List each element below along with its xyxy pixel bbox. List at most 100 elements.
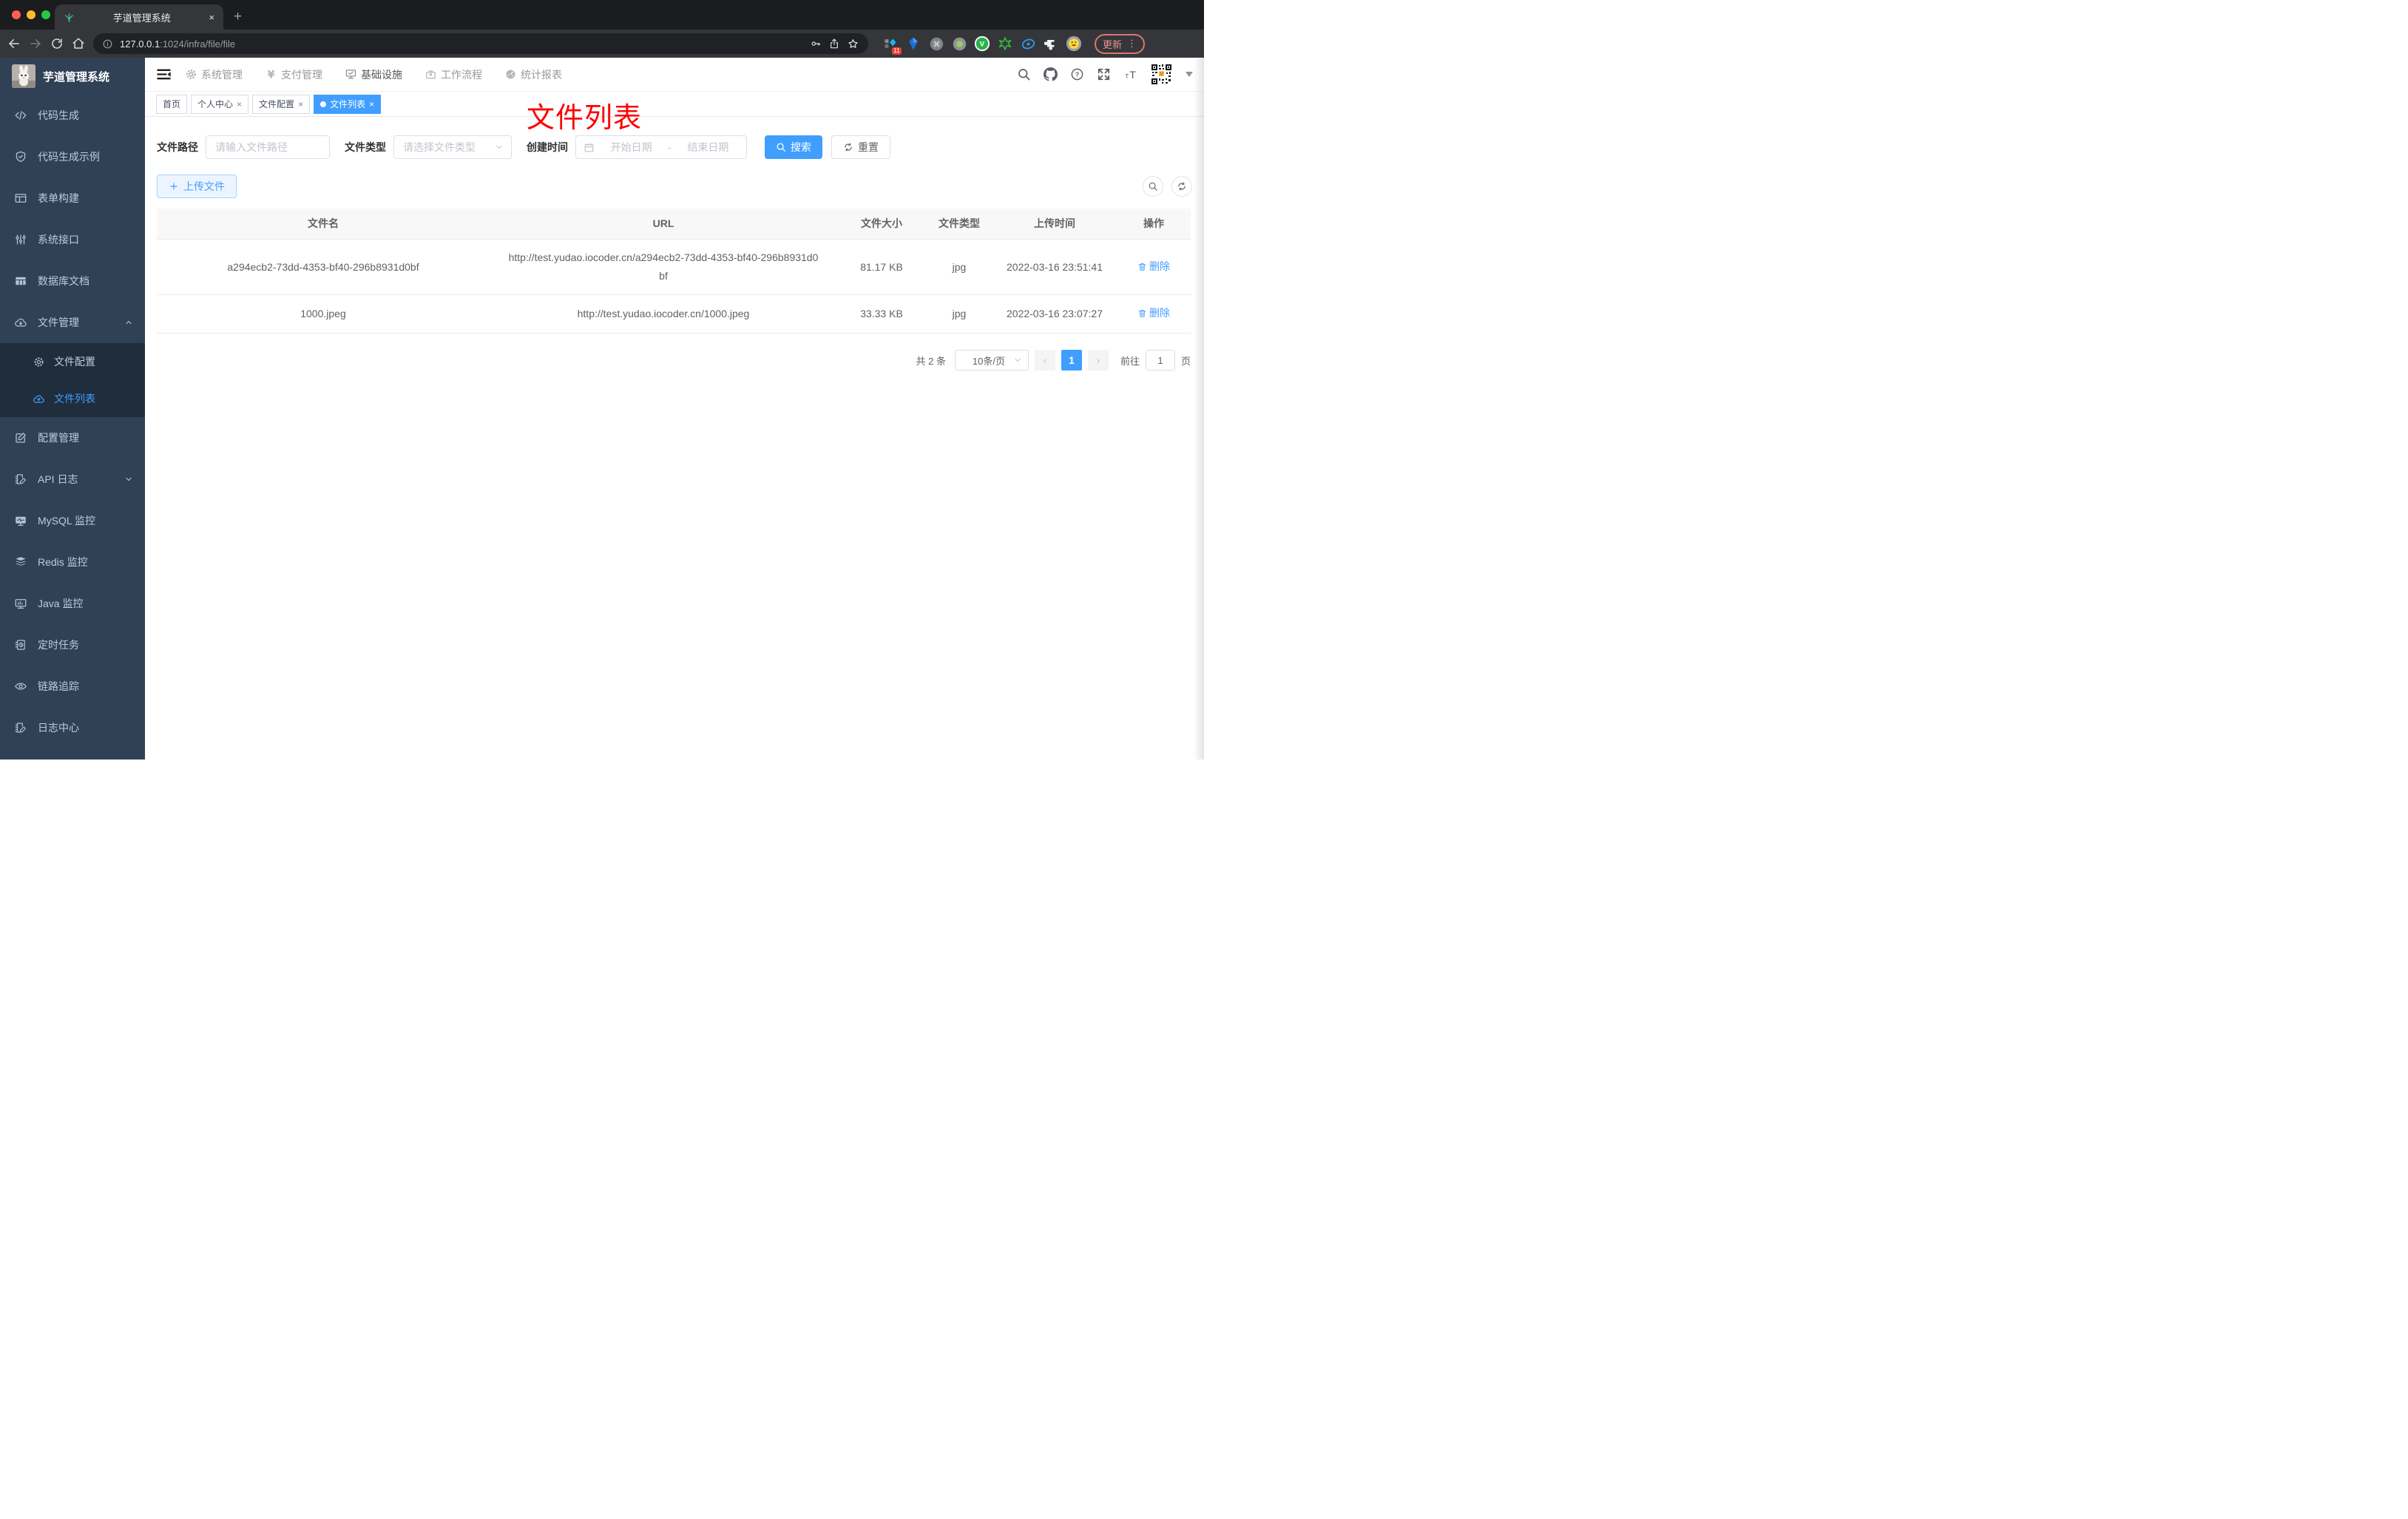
extension-command-icon[interactable]: ⌘ <box>928 35 944 52</box>
pagination-total: 共 2 条 <box>916 355 946 367</box>
date-end-placeholder[interactable]: 结束日期 <box>677 140 739 155</box>
refresh-table-button[interactable] <box>1171 176 1192 197</box>
delete-button[interactable]: 删除 <box>1137 257 1170 276</box>
sidebar-item-config-manage[interactable]: 配置管理 <box>0 417 145 459</box>
forward-icon[interactable] <box>29 37 42 50</box>
help-icon[interactable]: ? <box>1070 67 1084 81</box>
goto-page-input[interactable] <box>1145 350 1175 371</box>
window-zoom-button[interactable] <box>41 10 50 19</box>
window-close-button[interactable] <box>12 10 21 19</box>
sidebar-item-file-list[interactable]: 文件列表 <box>0 380 145 417</box>
address-bar[interactable]: 127.0.0.1:1024/infra/file/file <box>93 33 868 54</box>
nav-item-workflow[interactable]: 工作流程 <box>425 67 482 82</box>
sidebar-item-scheduled-tasks[interactable]: 定时任务 <box>0 624 145 666</box>
bookmark-star-icon[interactable] <box>847 38 859 50</box>
browser-tab-title: 芋道管理系统 <box>112 12 171 24</box>
sidebar-item-code-gen-demo[interactable]: 代码生成示例 <box>0 136 145 177</box>
nav-item-report[interactable]: 统计报表 <box>504 67 562 82</box>
extension-emoji-icon[interactable] <box>1066 35 1082 52</box>
file-size-cell: 81.17 KB <box>860 260 903 273</box>
browser-chrome: 芋道管理系统 × + 127.0.0.1:1024/infra/file/fil… <box>0 0 1204 58</box>
tab-file-list[interactable]: 文件列表 × <box>314 94 382 114</box>
user-avatar-qr[interactable] <box>1150 63 1173 86</box>
file-type-select[interactable]: 请选择文件类型 <box>393 135 512 159</box>
date-start-placeholder[interactable]: 开始日期 <box>601 140 662 155</box>
sidebar: 芋道管理系统 代码生成 代码生成示例 表单构建 系统接口 数据库文档 文件管理 … <box>0 58 145 760</box>
tab-label: 文件配置 <box>259 99 295 109</box>
sidebar-item-form-builder[interactable]: 表单构建 <box>0 177 145 219</box>
browser-update-button[interactable]: 更新 ⋮ <box>1095 33 1146 54</box>
window-minimize-button[interactable] <box>27 10 35 19</box>
url-text: 127.0.0.1:1024/infra/file/file <box>120 38 235 50</box>
sidebar-item-java-monitor[interactable]: Java 监控 <box>0 583 145 624</box>
search-button[interactable]: 搜索 <box>765 135 822 159</box>
sidebar-item-code-gen[interactable]: 代码生成 <box>0 95 145 136</box>
page-size-select[interactable]: 10条/页 <box>954 350 1029 371</box>
browser-menu-icon[interactable]: ⋮ <box>1127 38 1137 50</box>
back-icon[interactable] <box>7 37 21 50</box>
extension-green-dot-icon[interactable] <box>951 35 967 52</box>
browser-toolbar: 127.0.0.1:1024/infra/file/file 11 ⌘ V 更新… <box>0 30 1204 58</box>
file-path-label: 文件路径 <box>157 141 198 153</box>
extension-kite-icon[interactable] <box>905 35 921 52</box>
reload-icon[interactable] <box>50 37 64 50</box>
reset-button[interactable]: 重置 <box>831 135 890 159</box>
new-tab-button[interactable]: + <box>234 9 242 25</box>
sidebar-item-db-doc[interactable]: 数据库文档 <box>0 260 145 302</box>
sidebar-logo[interactable]: 芋道管理系统 <box>0 58 145 95</box>
extension-puzzle-icon[interactable] <box>1043 35 1059 52</box>
sidebar-item-tracing[interactable]: 链路追踪 <box>0 666 145 707</box>
sidebar-item-mysql-monitor[interactable]: MySQL 监控 <box>0 500 145 541</box>
tab-profile[interactable]: 个人中心 × <box>191 94 249 114</box>
nav-item-pay[interactable]: ¥ 支付管理 <box>265 67 322 82</box>
home-icon[interactable] <box>72 37 85 50</box>
site-info-icon[interactable] <box>102 38 113 50</box>
extension-grid-icon[interactable]: 11 <box>882 35 902 55</box>
hide-search-button[interactable] <box>1143 176 1163 197</box>
sidebar-toggle-icon[interactable] <box>156 67 172 82</box>
sidebar-item-api-log[interactable]: API 日志 <box>0 459 145 500</box>
font-size-icon[interactable]: TT <box>1123 67 1137 81</box>
chevron-down-icon <box>126 478 132 481</box>
column-header: 操作 <box>1143 217 1164 229</box>
url-path: :1024/infra/file/file <box>160 38 236 50</box>
file-path-field[interactable] <box>206 135 330 159</box>
sidebar-item-log-center[interactable]: 日志中心 <box>0 707 145 748</box>
sidebar-item-file-config[interactable]: 文件配置 <box>0 343 145 380</box>
search-icon[interactable] <box>1017 67 1031 81</box>
browser-tab[interactable]: 芋道管理系统 × <box>55 4 223 30</box>
sidebar-item-redis-monitor[interactable]: Redis 监控 <box>0 541 145 583</box>
next-page-button[interactable]: › <box>1087 350 1109 371</box>
file-type-placeholder: 请选择文件类型 <box>403 141 476 153</box>
tab-close-icon[interactable]: × <box>369 99 374 109</box>
github-icon[interactable] <box>1044 67 1058 81</box>
sidebar-item-system-api[interactable]: 系统接口 <box>0 219 145 260</box>
tab-home[interactable]: 首页 <box>156 94 188 114</box>
table-row: a294ecb2-73dd-4353-bf40-296b8931d0bf htt… <box>157 240 1191 295</box>
caret-down-icon[interactable] <box>1186 72 1193 77</box>
extension-eye-icon[interactable] <box>1020 35 1036 52</box>
sidebar-item-file-manage[interactable]: 文件管理 <box>0 302 145 343</box>
page-number-button[interactable]: 1 <box>1061 350 1082 371</box>
tab-close-icon[interactable]: × <box>209 12 214 23</box>
share-icon[interactable] <box>828 38 840 50</box>
password-key-icon[interactable] <box>810 38 822 50</box>
create-time-label: 创建时间 <box>527 141 568 153</box>
nav-item-system[interactable]: 系统管理 <box>185 67 243 82</box>
upload-button[interactable]: 上传文件 <box>157 175 237 198</box>
tab-file-config[interactable]: 文件配置 × <box>252 94 311 114</box>
nav-item-infra[interactable]: 基础设施 <box>345 67 402 82</box>
date-range-picker[interactable]: 开始日期 - 结束日期 <box>575 135 747 159</box>
prev-page-button[interactable]: ‹ <box>1034 350 1055 371</box>
dashboard-icon <box>506 70 515 79</box>
delete-button[interactable]: 删除 <box>1137 304 1170 322</box>
tab-close-icon[interactable]: × <box>237 99 242 109</box>
tab-close-icon[interactable]: × <box>298 99 303 109</box>
extension-v-icon[interactable]: V <box>974 35 990 52</box>
code-icon <box>15 111 27 120</box>
file-path-input[interactable] <box>206 141 329 153</box>
fullscreen-icon[interactable] <box>1097 67 1111 81</box>
extension-star-icon[interactable] <box>997 35 1013 52</box>
plus-icon <box>170 183 177 190</box>
svg-text:T: T <box>1125 72 1129 80</box>
